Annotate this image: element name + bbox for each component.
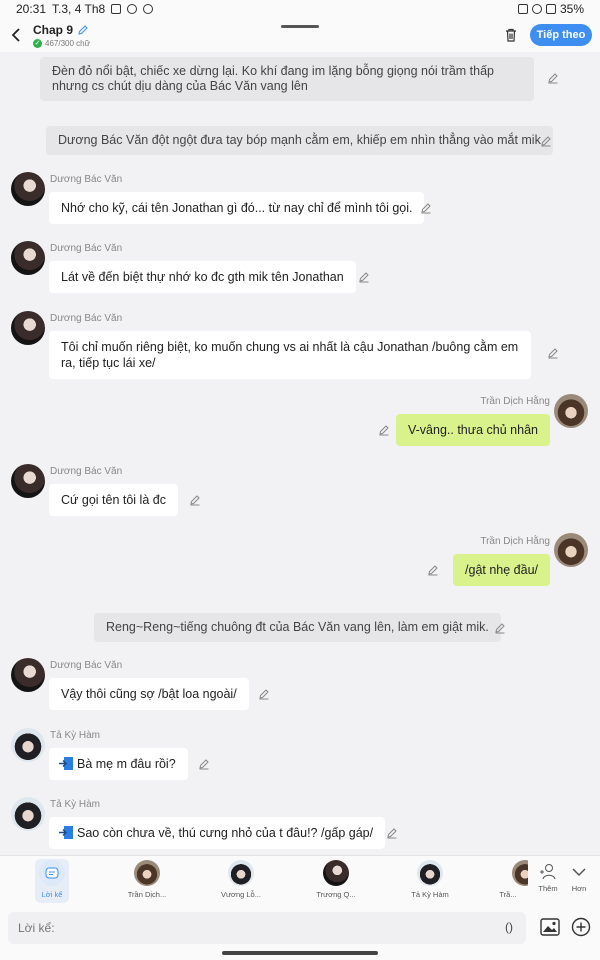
door-icon — [59, 757, 73, 770]
character-label: Tả Kỳ Hàm — [411, 890, 449, 899]
parentheses-button[interactable]: () — [505, 920, 513, 934]
editor-header: Chap 9 ✓ 467/300 chữ Tiếp theo — [0, 18, 600, 52]
door-icon — [59, 826, 73, 839]
speaker-name: Trần Dịch Hằng — [480, 396, 550, 407]
facebook-icon — [143, 4, 154, 14]
gallery-icon — [111, 4, 122, 14]
avatar[interactable] — [11, 241, 45, 275]
word-count: 467/300 chữ — [45, 39, 90, 48]
edit-icon[interactable] — [420, 202, 432, 214]
edit-icon[interactable] — [189, 494, 201, 506]
battery-level: 35% — [559, 2, 584, 16]
message-bubble[interactable]: Lát về đến biệt thự nhớ ko đc gth mik tê… — [49, 261, 356, 293]
avatar[interactable] — [11, 797, 45, 831]
narration-bubble[interactable]: Đèn đỏ nổi bật, chiếc xe dừng lại. Ko kh… — [40, 57, 534, 101]
clock: 20:31 — [16, 2, 47, 16]
character-label: Trương Q... — [316, 890, 356, 899]
avatar[interactable] — [11, 728, 45, 762]
edit-icon[interactable] — [378, 424, 390, 436]
edit-icon[interactable] — [386, 827, 398, 839]
image-icon[interactable] — [540, 918, 560, 936]
message-bubble[interactable]: /gật nhẹ đầu/ — [453, 554, 550, 586]
edit-title-icon[interactable] — [77, 24, 89, 36]
avatar — [228, 860, 254, 886]
plus-circle-icon[interactable] — [571, 917, 591, 937]
avatar[interactable] — [11, 311, 45, 345]
narration-bubble[interactable]: Reng~Reng~tiếng chuông đt của Bác Văn va… — [94, 613, 501, 642]
chapter-title-row: Chap 9 — [33, 23, 89, 37]
chat-area[interactable]: Đèn đỏ nổi bật, chiếc xe dừng lại. Ko kh… — [0, 52, 600, 855]
speaker-name: Dương Bác Văn — [50, 660, 123, 671]
character-partial[interactable]: Trầ... — [488, 860, 528, 899]
speaker-name: Tả Kỳ Hàm — [50, 799, 101, 810]
narration-icon — [39, 860, 65, 886]
edit-icon[interactable] — [494, 622, 506, 634]
back-arrow-icon[interactable] — [9, 27, 25, 43]
character-ta-ky-ham[interactable]: Tả Kỳ Hàm — [395, 860, 465, 899]
drag-handle[interactable] — [281, 25, 319, 28]
edit-icon[interactable] — [540, 135, 552, 147]
message-text: Bà mẹ m đâu rồi? — [77, 757, 176, 771]
character-narration[interactable]: Lời kể — [17, 860, 87, 899]
avatar[interactable] — [554, 394, 588, 428]
wifi-icon — [531, 4, 542, 14]
avatar[interactable] — [554, 533, 588, 567]
speaker-name: Dương Bác Văn — [50, 174, 123, 185]
more-label: Hơn — [571, 884, 587, 893]
word-count-row: ✓ 467/300 chữ — [33, 39, 90, 48]
avatar — [323, 860, 349, 886]
chapter-title: Chap 9 — [33, 23, 74, 37]
edit-icon[interactable] — [547, 347, 559, 359]
status-bar: 20:31 T.3, 4 Th8 35% — [0, 0, 600, 18]
trash-icon[interactable] — [503, 27, 519, 43]
character-label: Trầ... — [499, 890, 517, 899]
avatar[interactable] — [11, 464, 45, 498]
narration-input[interactable] — [8, 912, 526, 944]
message-bubble[interactable]: Vậy thôi cũng sợ /bật loa ngoài/ — [49, 678, 249, 710]
message-bubble[interactable]: Nhớ cho kỹ, cái tên Jonathan gì đó... từ… — [49, 192, 425, 224]
message-bubble[interactable]: Cứ gọi tên tôi là đc — [49, 484, 178, 516]
narration-bubble[interactable]: Dương Bác Văn đột ngột đưa tay bóp mạnh … — [46, 126, 553, 155]
edit-icon[interactable] — [258, 688, 270, 700]
chevron-down-icon — [572, 868, 586, 877]
edit-icon[interactable] — [358, 271, 370, 283]
cloud-icon — [127, 4, 138, 14]
avatar — [512, 860, 528, 886]
avatar — [134, 860, 160, 886]
character-label: Lời kể — [41, 890, 63, 899]
next-button[interactable]: Tiếp theo — [530, 24, 592, 46]
edit-icon[interactable] — [198, 758, 210, 770]
avatar — [417, 860, 443, 886]
speaker-name: Tả Kỳ Hàm — [50, 730, 101, 741]
speaker-name: Dương Bác Văn — [50, 243, 123, 254]
add-person-icon — [540, 864, 556, 880]
edit-icon[interactable] — [547, 72, 559, 84]
home-indicator — [222, 951, 378, 955]
date: T.3, 4 Th8 — [52, 2, 106, 16]
message-bubble[interactable]: V-vâng.. thưa chủ nhân — [396, 414, 550, 446]
speaker-name: Dương Bác Văn — [50, 466, 123, 477]
add-character-button[interactable]: Thêm — [534, 862, 562, 893]
message-bubble[interactable]: Bà mẹ m đâu rồi? — [49, 748, 188, 780]
speaker-name: Trần Dịch Hằng — [480, 536, 550, 547]
character-truong-q[interactable]: Trương Q... — [301, 860, 371, 899]
message-text: Sao còn chưa về, thú cưng nhỏ của t đâu!… — [77, 826, 374, 840]
character-tran-dich-hang[interactable]: Trần Dịch... — [112, 860, 182, 899]
character-selector: Lời kể Trần Dịch... Vương Lỗ... Trương Q… — [0, 855, 600, 907]
avatar[interactable] — [11, 658, 45, 692]
edit-icon[interactable] — [427, 564, 439, 576]
message-bubble[interactable]: Tôi chỉ muốn riêng biệt, ko muốn chung v… — [49, 331, 531, 379]
more-button[interactable]: Hơn — [565, 862, 593, 893]
check-icon: ✓ — [33, 39, 42, 48]
message-bubble[interactable]: Sao còn chưa về, thú cưng nhỏ của t đâu!… — [49, 817, 386, 849]
character-vuong-lo[interactable]: Vương Lỗ... — [206, 860, 276, 899]
input-bar: () — [0, 907, 600, 960]
speaker-name: Dương Bác Văn — [50, 313, 123, 324]
avatar[interactable] — [11, 172, 45, 206]
character-label: Vương Lỗ... — [221, 890, 261, 899]
lock-icon — [517, 4, 528, 14]
character-label: Trần Dịch... — [127, 890, 167, 899]
mute-icon — [545, 4, 556, 14]
add-label: Thêm — [538, 884, 558, 893]
